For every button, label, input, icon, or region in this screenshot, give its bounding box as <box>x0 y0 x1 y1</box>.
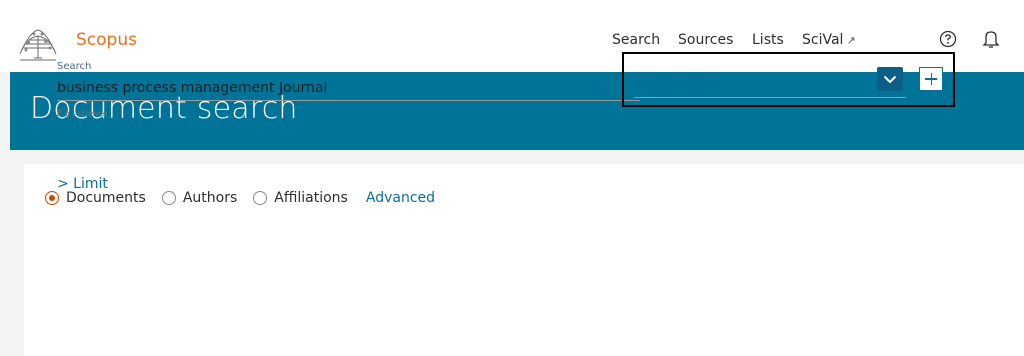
search-input[interactable]: business process management Journal <box>57 80 327 96</box>
nav-scival-label: SciVal <box>802 32 844 48</box>
search-input-underline <box>57 100 640 101</box>
nav-search-link[interactable]: Search <box>612 32 660 48</box>
add-search-field-button[interactable] <box>919 67 943 91</box>
radio-documents-label: Documents <box>66 190 146 206</box>
limit-toggle-link[interactable]: > Limit <box>57 176 108 192</box>
elsevier-logo-icon[interactable] <box>16 24 60 64</box>
bell-icon[interactable] <box>982 29 1000 49</box>
radio-affiliations-control[interactable] <box>253 191 268 205</box>
field-dropdown-button[interactable] <box>877 67 903 91</box>
radio-documents-control[interactable] <box>45 191 59 205</box>
search-type-group: Documents Authors Affiliations Advanced <box>45 190 435 206</box>
radio-affiliations-label: Affiliations <box>274 190 348 206</box>
radio-authors[interactable]: Authors <box>161 190 238 206</box>
search-hint: E.g., science <box>57 109 108 118</box>
radio-documents[interactable]: Documents <box>45 190 146 206</box>
field-select-value[interactable]: Source title <box>634 74 714 90</box>
external-link-icon: ↗ <box>846 34 856 47</box>
nav-lists-link[interactable]: Lists <box>752 32 784 48</box>
radio-authors-control[interactable] <box>161 191 176 205</box>
scopus-brand-link[interactable]: Scopus <box>76 30 137 50</box>
radio-affiliations[interactable]: Affiliations <box>253 190 348 206</box>
search-field-label: Search <box>57 61 92 72</box>
clear-search-icon[interactable]: × <box>599 76 613 96</box>
nav-scival-link[interactable]: SciVal ↗ <box>802 32 856 48</box>
search-card: Documents Authors Affiliations Advanced <box>24 164 1024 356</box>
advanced-search-link[interactable]: Advanced <box>366 190 435 206</box>
nav-sources-link[interactable]: Sources <box>678 32 733 48</box>
radio-authors-label: Authors <box>182 190 238 206</box>
chevron-down-icon <box>883 75 897 84</box>
field-select-underline <box>634 97 906 98</box>
help-icon[interactable] <box>939 30 957 48</box>
